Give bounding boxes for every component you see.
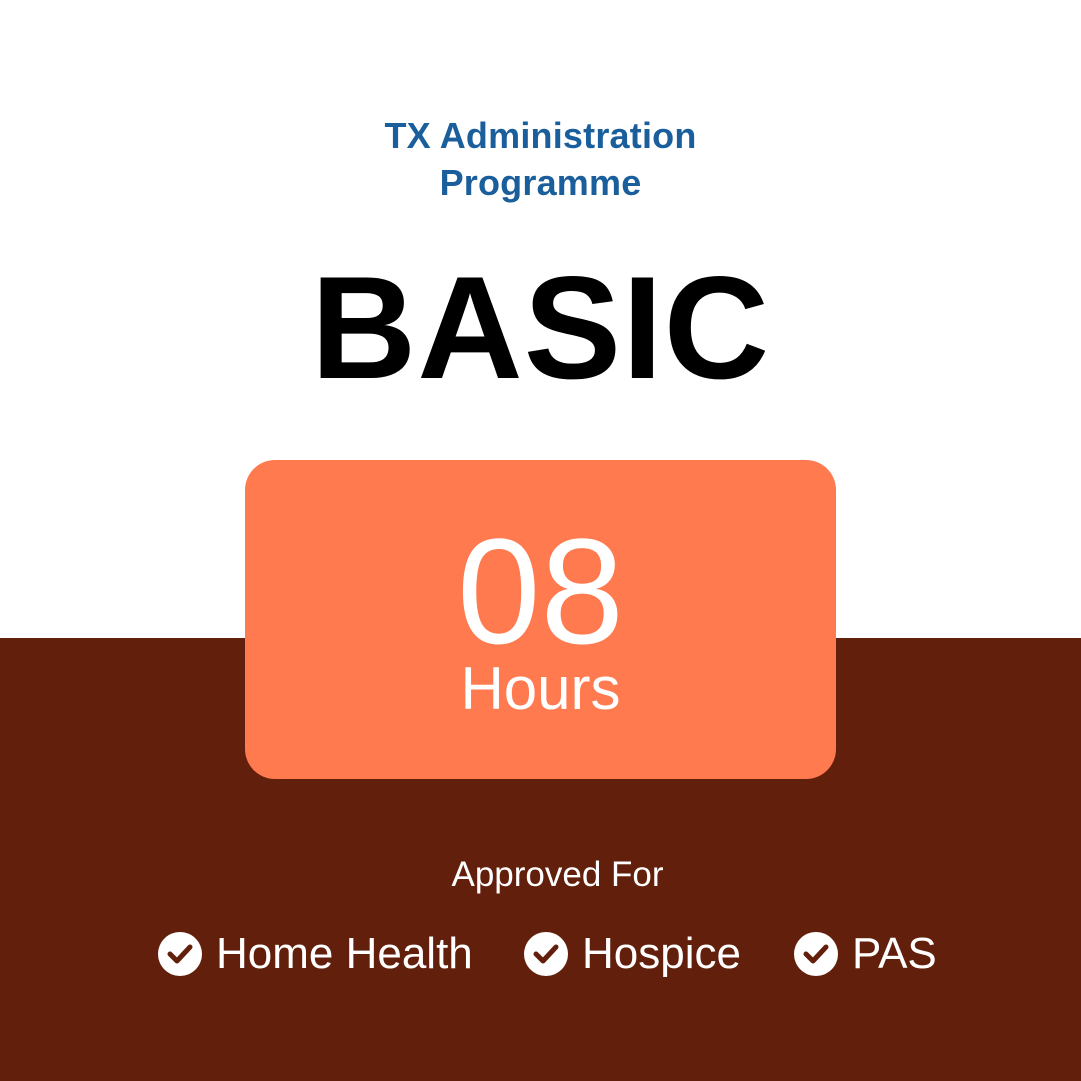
check-circle-icon (794, 932, 838, 976)
programme-title-line-1: TX Administration (384, 115, 697, 156)
hours-unit: Hours (460, 655, 621, 722)
approved-item-hospice: Hospice (524, 924, 741, 984)
check-circle-icon (158, 932, 202, 976)
approved-item-home-health: Home Health (158, 924, 473, 984)
check-circle-icon (524, 932, 568, 976)
approved-for-label: Approved For (451, 855, 664, 894)
programme-title-line-2: Programme (439, 162, 642, 203)
approved-item-label: Home Health (216, 929, 473, 978)
approved-item-label: Hospice (582, 929, 741, 978)
approved-item-label: PAS (852, 929, 937, 978)
level-title: BASIC (310, 246, 771, 409)
hours-number: 08 (457, 507, 624, 675)
approved-item-pas: PAS (794, 924, 937, 984)
programme-title: TX Administration Programme (0, 112, 1081, 206)
